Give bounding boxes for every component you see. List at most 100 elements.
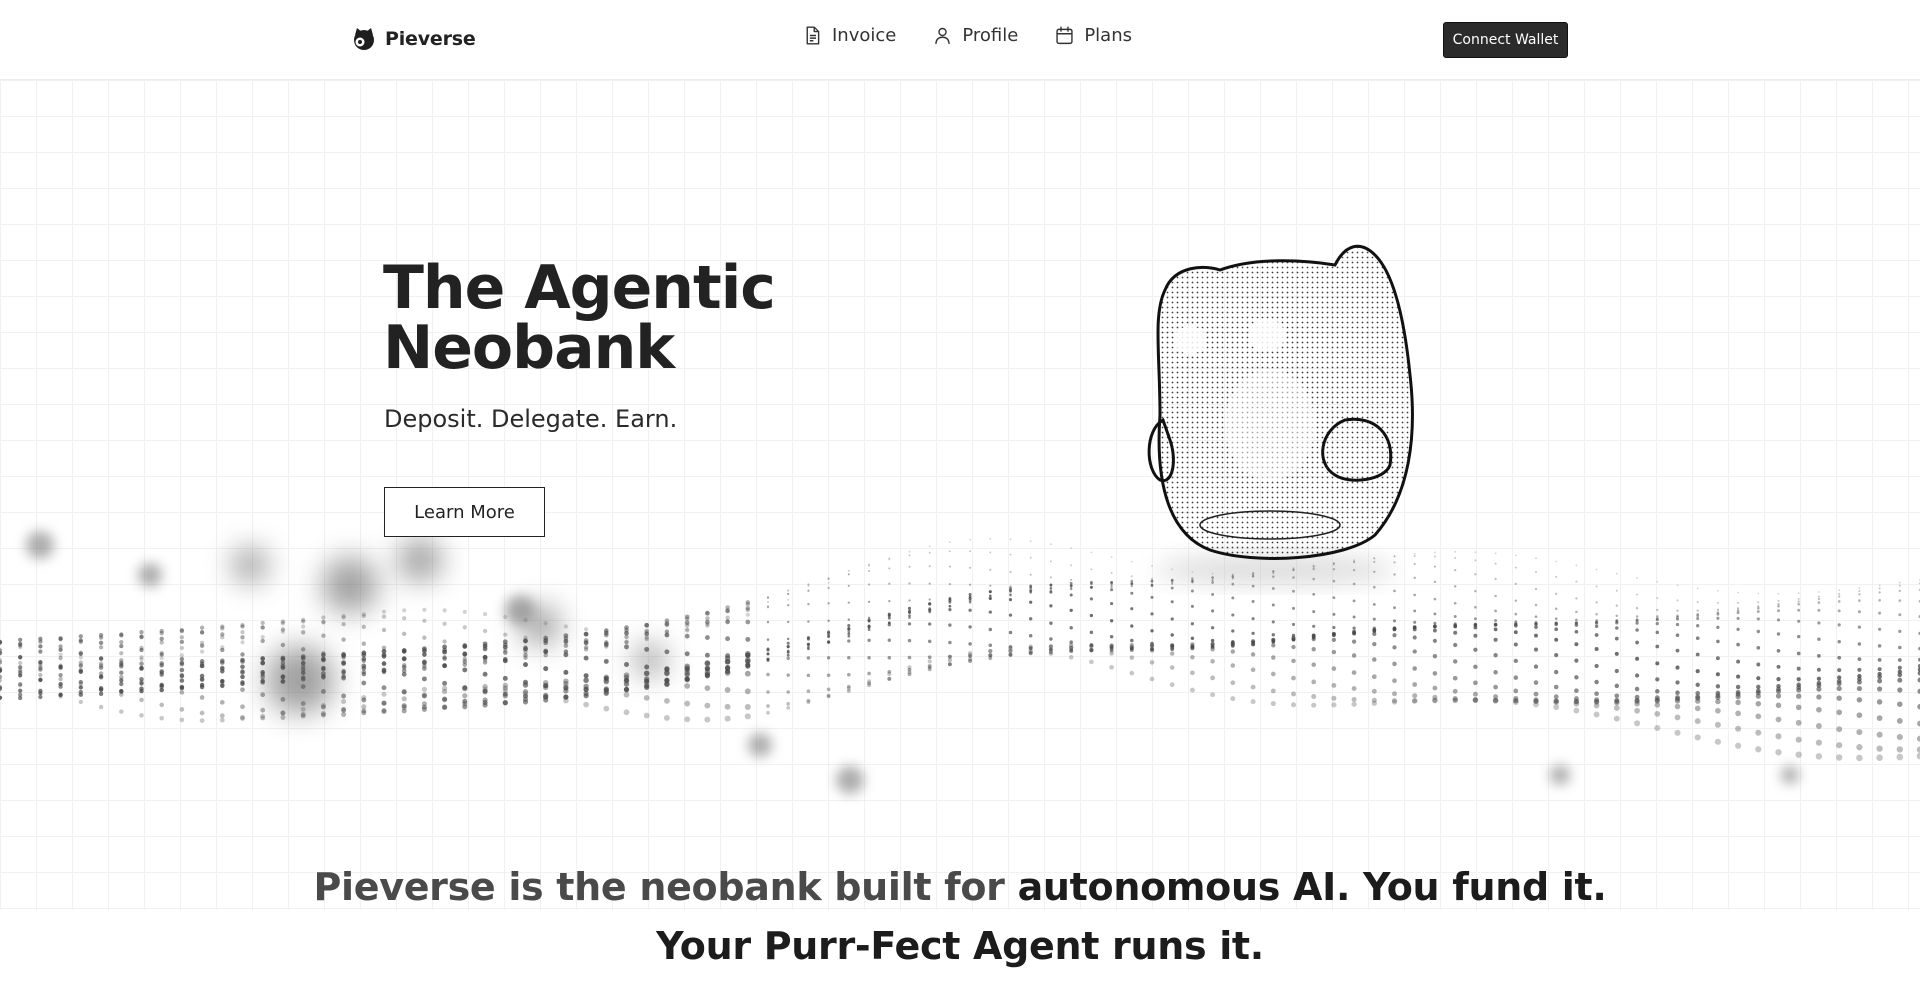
wave-particle: [704, 660, 711, 667]
wave-particle: [1716, 608, 1720, 611]
nav-profile[interactable]: Profile: [932, 25, 1018, 46]
wave-particle: [1513, 642, 1518, 647]
nav-invoice[interactable]: Invoice: [802, 25, 896, 46]
wave-particle: [1594, 663, 1599, 669]
wave-particle: [179, 656, 185, 662]
wave-particle: [664, 649, 670, 655]
wave-particle: [664, 698, 670, 704]
wave-particle: [18, 665, 23, 670]
wave-particle: [179, 707, 185, 712]
wave-particle: [98, 656, 104, 661]
wave-particle: [78, 651, 83, 657]
wave-particle: [786, 637, 790, 641]
wave-particle: [139, 661, 144, 666]
wave-particle: [1494, 609, 1497, 613]
wave-particle: [1856, 712, 1863, 719]
wave-particle: [1008, 598, 1013, 602]
wave-particle: [1512, 699, 1519, 706]
wave-particle: [1494, 552, 1497, 555]
wave-particle: [98, 633, 104, 638]
wave-particle: [1878, 591, 1881, 594]
wave-particle: [1775, 702, 1782, 709]
wave-particle: [321, 615, 326, 620]
brand-logo-link[interactable]: Pieverse: [351, 26, 476, 52]
wave-particle: [1878, 598, 1881, 602]
wave-particle: [119, 633, 124, 638]
wave-particle: [1655, 644, 1660, 649]
wave-particle: [1695, 636, 1700, 640]
wave-particle: [1715, 684, 1721, 689]
wave-particle: [664, 632, 670, 638]
connect-wallet-button[interactable]: Connect Wallet: [1443, 22, 1568, 58]
wave-particle: [1534, 587, 1538, 591]
wave-particle: [1815, 723, 1822, 729]
wave-particle: [522, 690, 529, 697]
wave-particle: [1352, 631, 1357, 636]
wave-particle: [442, 649, 447, 655]
wave-particle: [1392, 661, 1397, 667]
wave-particle: [1493, 623, 1498, 627]
particle-wave-illustration: [0, 531, 1920, 794]
wave-particle: [240, 681, 245, 687]
wave-particle: [260, 625, 265, 630]
wave-particle: [1818, 591, 1820, 593]
wave-particle: [664, 621, 670, 627]
wave-particle: [502, 675, 508, 681]
wave-particle: [1554, 653, 1559, 658]
nav-plans[interactable]: Plans: [1054, 25, 1132, 46]
wave-particle: [1776, 648, 1781, 653]
wave-particle: [1150, 595, 1154, 599]
wave-particle: [1351, 701, 1357, 707]
wave-particle: [18, 641, 23, 647]
wave-particle: [199, 677, 205, 683]
wave-particle: [321, 633, 326, 638]
wave-particle: [1714, 721, 1721, 728]
wave-particle: [1534, 625, 1538, 629]
wave-particle: [1411, 698, 1418, 704]
wave-particle: [1149, 660, 1155, 665]
wave-particle: [1130, 624, 1134, 628]
wave-particle: [381, 707, 387, 714]
wave-particle: [1250, 642, 1256, 647]
wave-particle: [401, 688, 407, 695]
wave-particle: [908, 582, 911, 585]
wave-particle: [482, 671, 488, 677]
wave-particle: [1714, 738, 1721, 745]
wave-particle: [341, 693, 347, 699]
wave-particle: [1494, 577, 1497, 581]
wave-particle: [1876, 731, 1883, 738]
wave-particle: [1008, 653, 1013, 657]
wave-particle: [1614, 651, 1619, 656]
wave-particle: [745, 651, 751, 657]
wave-particle: [968, 592, 972, 596]
wave-particle: [744, 713, 751, 720]
wave-particle: [928, 545, 931, 548]
wave-particle: [969, 538, 971, 541]
wave-particle: [1575, 580, 1578, 583]
wave-particle: [1210, 638, 1215, 643]
wave-particle: [1796, 634, 1801, 639]
wave-particle: [704, 652, 710, 658]
wave-particle: [1474, 605, 1477, 609]
learn-more-button[interactable]: Learn More: [384, 487, 545, 537]
wave-particle: [1837, 600, 1841, 603]
wave-particle: [482, 702, 488, 708]
wave-particle: [1008, 613, 1013, 617]
wave-particle: [38, 672, 43, 678]
wave-particle: [1474, 589, 1477, 593]
wave-particle: [1474, 551, 1477, 554]
wave-particle: [1514, 599, 1518, 602]
wave-particle: [462, 659, 468, 664]
wave-particle: [1230, 680, 1236, 686]
wave-particle: [1372, 602, 1376, 606]
wave-particle: [280, 710, 286, 716]
wave-particle: [1311, 637, 1316, 642]
wave-particle: [1856, 754, 1863, 762]
wave-particle: [847, 632, 851, 636]
wave-particle: [58, 647, 63, 652]
wave-particle: [1170, 617, 1174, 621]
wave-particle: [1898, 581, 1901, 584]
wave-particle: [1230, 696, 1236, 702]
wave-particle: [1898, 613, 1902, 617]
wave-particle: [1635, 628, 1639, 632]
